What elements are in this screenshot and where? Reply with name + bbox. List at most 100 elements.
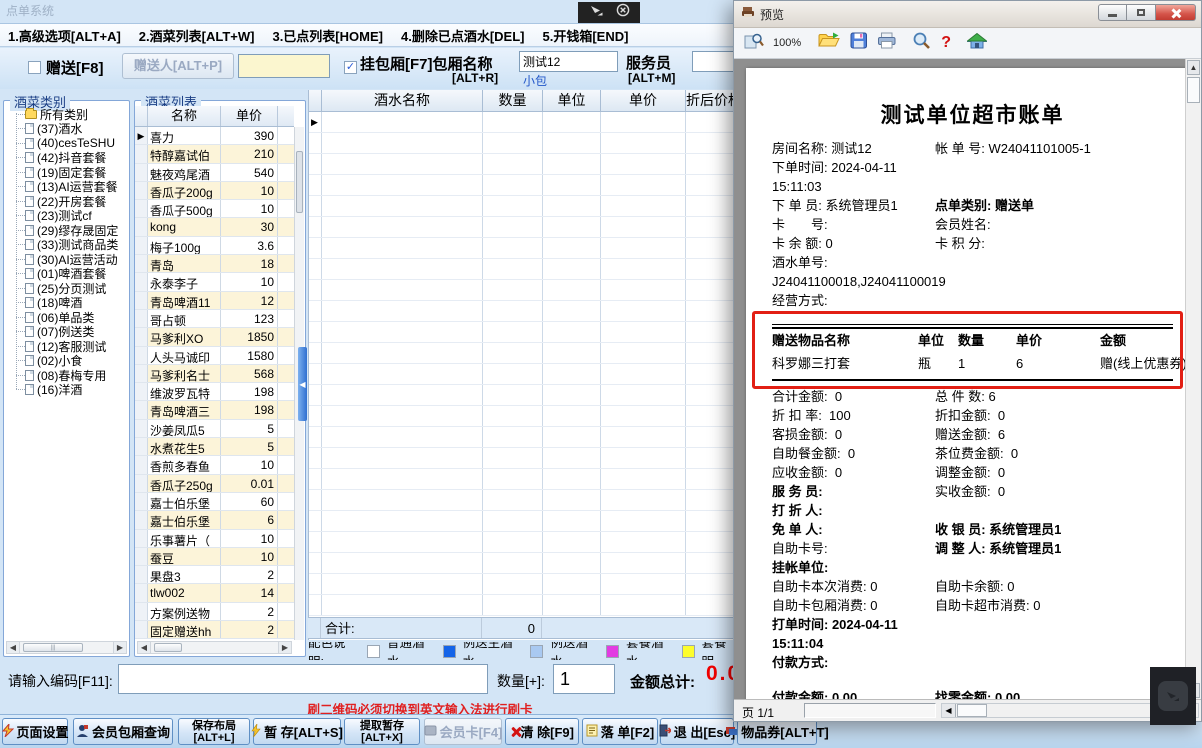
category-tree-item[interactable]: (37)酒水: [8, 122, 126, 137]
recorder-collapse-button[interactable]: [1158, 681, 1188, 711]
menu-list-row[interactable]: 嘉士伯乐堡 60: [135, 493, 294, 511]
menu-item[interactable]: 2.酒菜列表[ALT+W]: [139, 26, 255, 45]
gift-checkbox[interactable]: [28, 61, 41, 74]
menu-list-row[interactable]: 沙姜凤瓜5 5: [135, 420, 294, 438]
menu-list-row[interactable]: 方案例送物 2: [135, 603, 294, 621]
save-layout-button[interactable]: 保存布局[ALT+L]: [178, 718, 250, 745]
gift-person-input[interactable]: [238, 54, 330, 78]
menu-list-row[interactable]: 人头马诚印 1580: [135, 347, 294, 365]
menu-list-row[interactable]: 青岛啤酒11 12: [135, 292, 294, 310]
menu-list-row[interactable]: 梅子100g 3.6: [135, 237, 294, 255]
category-tree-item[interactable]: (01)啤酒套餐: [8, 267, 126, 282]
member-card-button[interactable]: 会员卡[F4]: [424, 718, 502, 745]
temp-save-button[interactable]: 暂 存[ALT+S]: [253, 718, 341, 745]
save-icon[interactable]: [850, 32, 868, 54]
category-tree-item[interactable]: (40)cesTeSHU: [8, 136, 126, 151]
collapse-cursor-icon[interactable]: [589, 4, 604, 22]
menu-list-row[interactable]: 香煎多春鱼 10: [135, 456, 294, 474]
scroll-right-icon[interactable]: ▶: [113, 642, 126, 653]
maximize-button[interactable]: [1127, 4, 1156, 21]
room-name-input[interactable]: [519, 51, 618, 72]
menu-item[interactable]: 1.高级选项[ALT+A]: [8, 26, 121, 45]
category-tree-item[interactable]: 所有类别: [8, 107, 126, 122]
close-button[interactable]: [1156, 4, 1196, 21]
menu-list-row[interactable]: tlw002 14: [135, 584, 294, 602]
category-tree-item[interactable]: (19)固定套餐: [8, 165, 126, 180]
menu-list-row[interactable]: 蚕豆 10: [135, 548, 294, 566]
menu-list-row[interactable]: 固定赠送hh 2: [135, 621, 294, 639]
menu-list-row[interactable]: 马爹利XO 1850: [135, 328, 294, 346]
category-tree-item[interactable]: (02)小食: [8, 354, 126, 369]
menu-item[interactable]: 3.已点列表[HOME]: [272, 26, 383, 45]
scroll-up-icon[interactable]: ▲: [1187, 60, 1200, 75]
gift-person-button[interactable]: 赠送人[ALT+P]: [122, 53, 234, 79]
print-icon[interactable]: [877, 32, 897, 54]
category-tree-item[interactable]: (12)客服测试: [8, 339, 126, 354]
menu-list-row[interactable]: 乐事薯片（ 10: [135, 530, 294, 548]
zoom-tool-icon[interactable]: [744, 32, 764, 54]
menu-list-row[interactable]: 嘉士伯乐堡 6: [135, 511, 294, 529]
scroll-left-icon[interactable]: ◀: [7, 642, 20, 653]
row-marker: [135, 566, 148, 583]
category-tree-item[interactable]: (18)啤酒: [8, 296, 126, 311]
preview-titlebar[interactable]: 预览: [734, 1, 1201, 28]
hang-room-checkbox[interactable]: ✓: [344, 61, 357, 74]
clear-button[interactable]: 清 除[F9]: [505, 718, 579, 745]
item-price: 30: [221, 218, 278, 235]
place-order-button[interactable]: 落 单[F2]: [582, 718, 658, 745]
menu-list-row[interactable]: 永泰李子 10: [135, 273, 294, 291]
menu-list-row[interactable]: 果盘3 2: [135, 566, 294, 584]
receipt-info-line: 下单时间: 2024-04-11 15:11:03: [772, 158, 1173, 196]
category-tree-item[interactable]: (42)抖音套餐: [8, 151, 126, 166]
scroll-right-icon[interactable]: ▶: [278, 642, 291, 653]
scroll-left-icon[interactable]: ◀: [942, 704, 956, 717]
search-icon[interactable]: [912, 32, 930, 54]
category-tree-item[interactable]: (16)洋酒: [8, 383, 126, 398]
receipt-footer-line: 付款金额: 0.00 找零金额: 0.00: [772, 687, 1020, 699]
preview-vscrollbar[interactable]: ▲ ▼: [1185, 59, 1201, 699]
help-icon[interactable]: ?: [939, 34, 953, 52]
page-setup-button[interactable]: 页面设置: [2, 718, 68, 745]
receipt-summary-line: 打单时间: 2024-04-11 15:11:04: [772, 615, 1173, 653]
menu-item[interactable]: 4.删除已点酒水[DEL]: [401, 26, 525, 45]
category-tree-item[interactable]: (33)测试商品类: [8, 238, 126, 253]
menu-list-row[interactable]: 维波罗瓦特 198: [135, 383, 294, 401]
category-tree-item[interactable]: (13)AI运营套餐: [8, 180, 126, 195]
category-tree-item[interactable]: (08)春梅专用: [8, 368, 126, 383]
qty-input[interactable]: [553, 664, 615, 694]
menu-list-row[interactable]: 水煮花生5 5: [135, 438, 294, 456]
menu-list-row[interactable]: 哥占顿 123: [135, 310, 294, 328]
menu-list-row[interactable]: ▶ 喜力 390: [135, 127, 294, 145]
code-input[interactable]: [118, 664, 488, 694]
category-tree-item[interactable]: (29)缪存晟固定: [8, 223, 126, 238]
item-price: 10: [221, 273, 278, 290]
menu-list-row[interactable]: 马爹利名士 568: [135, 365, 294, 383]
category-hscrollbar[interactable]: ◀ ||| ▶: [6, 641, 127, 654]
minimize-button[interactable]: [1098, 4, 1127, 21]
home-icon[interactable]: [967, 33, 987, 54]
menu-list-row[interactable]: 青岛 18: [135, 255, 294, 273]
item-ticket-button[interactable]: 物品券[ALT+T]: [737, 718, 817, 745]
retrieve-temp-button[interactable]: 提取暂存[ALT+X]: [344, 718, 420, 745]
exit-button[interactable]: 退 出[Esc]: [660, 718, 734, 745]
category-tree-item[interactable]: (22)开房套餐: [8, 194, 126, 209]
menu-list-hscrollbar[interactable]: ◀ ▶: [137, 641, 292, 654]
menu-list-row[interactable]: 香瓜子200g 10: [135, 182, 294, 200]
category-tree-item[interactable]: (07)例送类: [8, 325, 126, 340]
scroll-left-icon[interactable]: ◀: [138, 642, 151, 653]
category-tree-item[interactable]: (06)单品类: [8, 310, 126, 325]
category-tree-item[interactable]: (30)AI运营活动: [8, 252, 126, 267]
open-folder-icon[interactable]: [818, 32, 841, 54]
menu-list-row[interactable]: 魅夜鸡尾酒 540: [135, 164, 294, 182]
member-room-query-button[interactable]: 会员包厢查询: [73, 718, 173, 745]
menu-item[interactable]: 5.开钱箱[END]: [543, 26, 629, 45]
category-tree-item[interactable]: (25)分页测试: [8, 281, 126, 296]
close-circle-icon[interactable]: [616, 3, 630, 22]
menu-list-row[interactable]: 特醇嘉试伯 210: [135, 145, 294, 163]
panel-collapse-tab[interactable]: ◀: [298, 347, 307, 421]
menu-list-row[interactable]: 香瓜子500g 10: [135, 200, 294, 218]
menu-list-row[interactable]: 香瓜子250g 0.01: [135, 475, 294, 493]
menu-list-row[interactable]: 青岛啤酒三 198: [135, 401, 294, 419]
category-tree-item[interactable]: (23)测试cf: [8, 209, 126, 224]
menu-list-row[interactable]: kong 30: [135, 218, 294, 236]
